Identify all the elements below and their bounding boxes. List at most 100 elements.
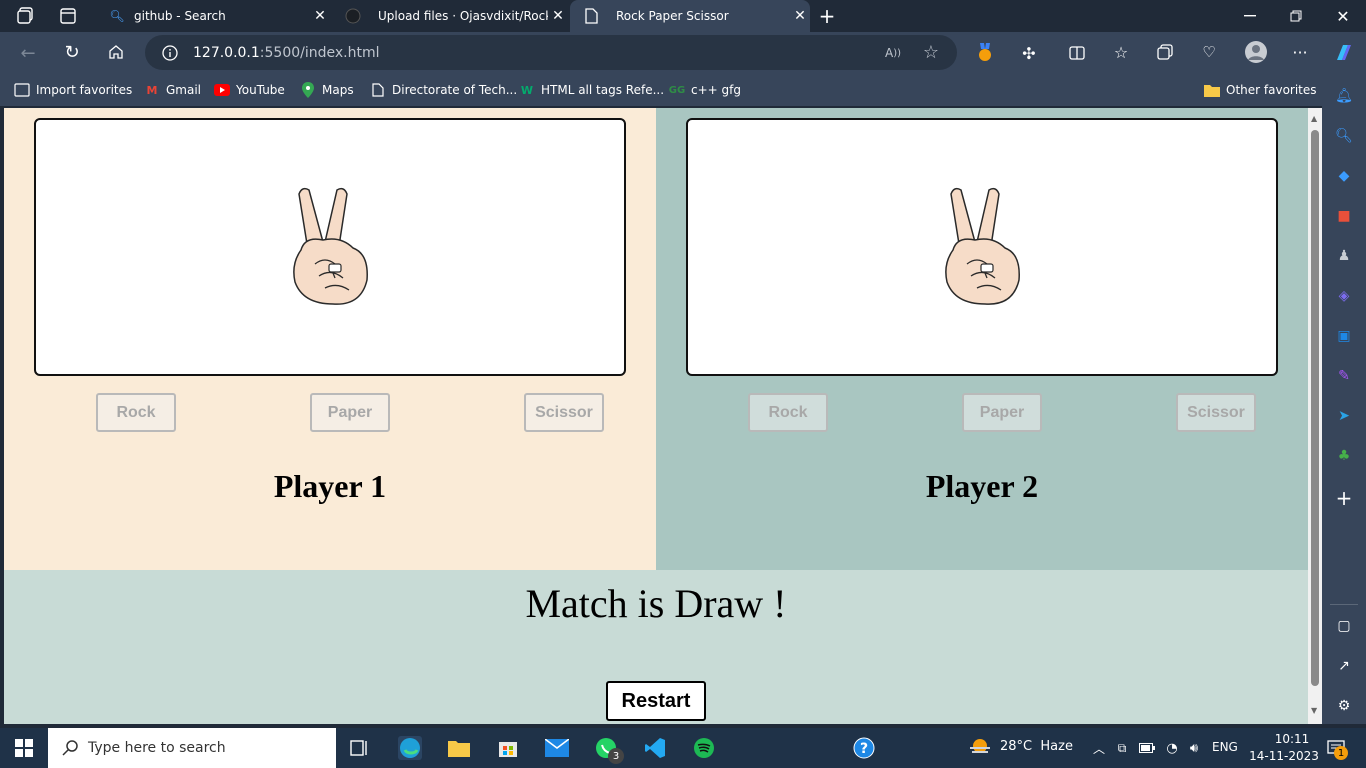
restore-icon[interactable] — [1286, 6, 1306, 26]
extensions-icon[interactable]: ✣ — [1019, 43, 1039, 63]
site-info-icon[interactable] — [161, 44, 179, 62]
whatsapp-badge: 3 — [608, 748, 624, 764]
edge-taskbar-icon[interactable] — [398, 736, 422, 760]
close-tab-icon[interactable]: ✕ — [790, 8, 810, 24]
sidebar-settings-icon[interactable]: ⚙ — [1334, 696, 1354, 716]
player2-panel: Rock Paper Scissor Player 2 — [656, 108, 1308, 570]
refresh-icon[interactable]: ↻ — [62, 42, 82, 63]
workspaces-icon[interactable] — [16, 7, 36, 25]
split-screen-icon[interactable] — [1067, 43, 1087, 63]
tree-icon[interactable]: ♣ — [1334, 446, 1354, 466]
favorite-cpp-gfg[interactable]: GG c++ gfg — [669, 74, 741, 106]
tab-actions-icon[interactable] — [58, 7, 78, 25]
close-tab-icon[interactable]: ✕ — [548, 8, 568, 24]
favorite-other[interactable]: Other favorites — [1204, 74, 1317, 106]
youtube-icon — [214, 82, 230, 98]
meet-now-icon[interactable]: ⧉ — [1110, 736, 1134, 760]
tab-rock-paper-scissor[interactable]: Rock Paper Scissor ✕ — [570, 0, 810, 32]
battery-icon[interactable] — [1135, 736, 1159, 760]
close-window-icon[interactable]: ✕ — [1333, 6, 1353, 26]
player2-choice-display — [686, 118, 1278, 376]
hide-sidebar-icon[interactable]: ▢ — [1334, 616, 1354, 636]
favorite-label: Other favorites — [1226, 83, 1317, 97]
microsoft-365-icon[interactable]: ◈ — [1334, 286, 1354, 306]
collections-icon[interactable] — [1155, 42, 1175, 62]
player1-panel: Rock Paper Scissor Player 1 — [4, 108, 656, 570]
read-aloud-icon[interactable]: A)) — [883, 43, 903, 63]
telegram-icon[interactable]: ➤ — [1334, 406, 1354, 426]
favorite-youtube[interactable]: YouTube — [214, 74, 285, 106]
favorite-maps[interactable]: Maps — [300, 74, 354, 106]
favorite-gmail[interactable]: M Gmail — [144, 74, 202, 106]
page-scrollbar[interactable]: ▲ ▼ — [1308, 108, 1322, 724]
file-explorer-icon[interactable] — [447, 736, 471, 760]
clock-time[interactable]: 10:11 — [1262, 732, 1322, 746]
settings-more-icon[interactable]: ··· — [1290, 42, 1310, 62]
microsoft-store-icon[interactable] — [496, 736, 520, 760]
add-sidebar-icon[interactable]: + — [1334, 486, 1354, 510]
favorite-html-tags[interactable]: W HTML all tags Refe... — [519, 74, 664, 106]
wifi-icon[interactable]: ◔ — [1160, 736, 1184, 760]
favorite-label: YouTube — [236, 83, 285, 97]
rewards-medal-icon[interactable] — [975, 42, 995, 64]
player1-rock-button[interactable]: Rock — [96, 393, 176, 432]
weather-text[interactable]: 28°C Haze — [1000, 739, 1073, 754]
designer-icon[interactable]: ✎ — [1334, 366, 1354, 386]
mail-icon[interactable] — [545, 736, 569, 760]
taskbar-search-box[interactable]: Type here to search — [48, 728, 336, 768]
bell-icon[interactable]: 🔔︎ — [1334, 86, 1354, 106]
player1-paper-button[interactable]: Paper — [310, 393, 390, 432]
player2-rock-button[interactable]: Rock — [748, 393, 828, 432]
show-hidden-icons-icon[interactable]: ︿ — [1087, 736, 1111, 760]
whatsapp-icon[interactable]: 3 — [594, 736, 624, 764]
scroll-down-arrow[interactable]: ▼ — [1311, 706, 1317, 715]
browser-tab-bar: 🔍︎ github - Search ✕ Upload files · Ojas… — [0, 0, 1366, 32]
new-tab-icon[interactable]: + — [816, 4, 838, 28]
tab-github-search[interactable]: 🔍︎ github - Search ✕ — [94, 0, 330, 32]
shopping-tag-icon[interactable]: ◆ — [1334, 166, 1354, 186]
scrollbar-thumb[interactable] — [1311, 130, 1319, 686]
notifications-icon[interactable]: 1 — [1324, 736, 1348, 760]
weather-haze-icon[interactable] — [968, 736, 992, 760]
favorite-directorate[interactable]: Directorate of Tech... — [370, 74, 517, 106]
spotify-icon[interactable] — [692, 736, 716, 760]
help-icon[interactable]: ? — [852, 736, 876, 760]
outlook-icon[interactable]: ▣ — [1334, 326, 1354, 346]
player1-choice-display — [34, 118, 626, 376]
windows-start-icon[interactable] — [12, 736, 36, 760]
favorites-icon[interactable]: ☆ — [1111, 42, 1131, 62]
home-icon[interactable] — [106, 42, 126, 62]
favorite-star-icon[interactable]: ☆ — [921, 42, 941, 63]
back-icon[interactable]: ← — [18, 43, 38, 64]
restart-button[interactable]: Restart — [606, 681, 706, 721]
player1-scissor-button[interactable]: Scissor — [524, 393, 604, 432]
scroll-up-arrow[interactable]: ▲ — [1311, 114, 1317, 123]
search-icon[interactable]: 🔍︎ — [1334, 126, 1354, 146]
minimize-icon[interactable] — [1240, 6, 1260, 26]
vscode-icon[interactable] — [643, 736, 667, 760]
close-tab-icon[interactable]: ✕ — [310, 8, 330, 24]
import-icon — [14, 82, 30, 98]
player2-paper-button[interactable]: Paper — [962, 393, 1042, 432]
language-indicator[interactable]: ENG — [1212, 740, 1238, 754]
player2-scissor-button[interactable]: Scissor — [1176, 393, 1256, 432]
tools-icon[interactable]: ■ — [1334, 206, 1354, 226]
task-view-icon[interactable] — [348, 736, 372, 760]
profile-avatar-icon[interactable] — [1244, 40, 1268, 64]
bing-search-icon: 🔍︎ — [109, 9, 125, 23]
games-icon[interactable]: ♟ — [1334, 246, 1354, 266]
tab-title: Upload files · Ojasvdixit/Rock_Pap — [378, 9, 548, 23]
tab-upload-files[interactable]: Upload files · Ojasvdixit/Rock_Pap ✕ — [332, 0, 568, 32]
open-external-icon[interactable]: ↗ — [1334, 656, 1354, 676]
browser-essentials-icon[interactable]: ♡ — [1199, 42, 1219, 62]
volume-icon[interactable]: 🔊︎ — [1182, 736, 1206, 760]
clock-date[interactable]: 14-11-2023 — [1246, 749, 1322, 763]
favorites-bar: Import favorites M Gmail YouTube Maps Di… — [0, 74, 1322, 106]
favorite-label: HTML all tags Refe... — [541, 83, 665, 97]
address-bar[interactable]: 127.0.0.1 :5500/index.html A)) ☆ — [145, 35, 957, 70]
favorite-label: Directorate of Tech... — [392, 83, 518, 97]
favorite-import[interactable]: Import favorites — [14, 74, 132, 106]
folder-icon — [1204, 82, 1220, 98]
gfg-icon: GG — [668, 84, 686, 96]
copilot-icon[interactable] — [1332, 41, 1356, 65]
